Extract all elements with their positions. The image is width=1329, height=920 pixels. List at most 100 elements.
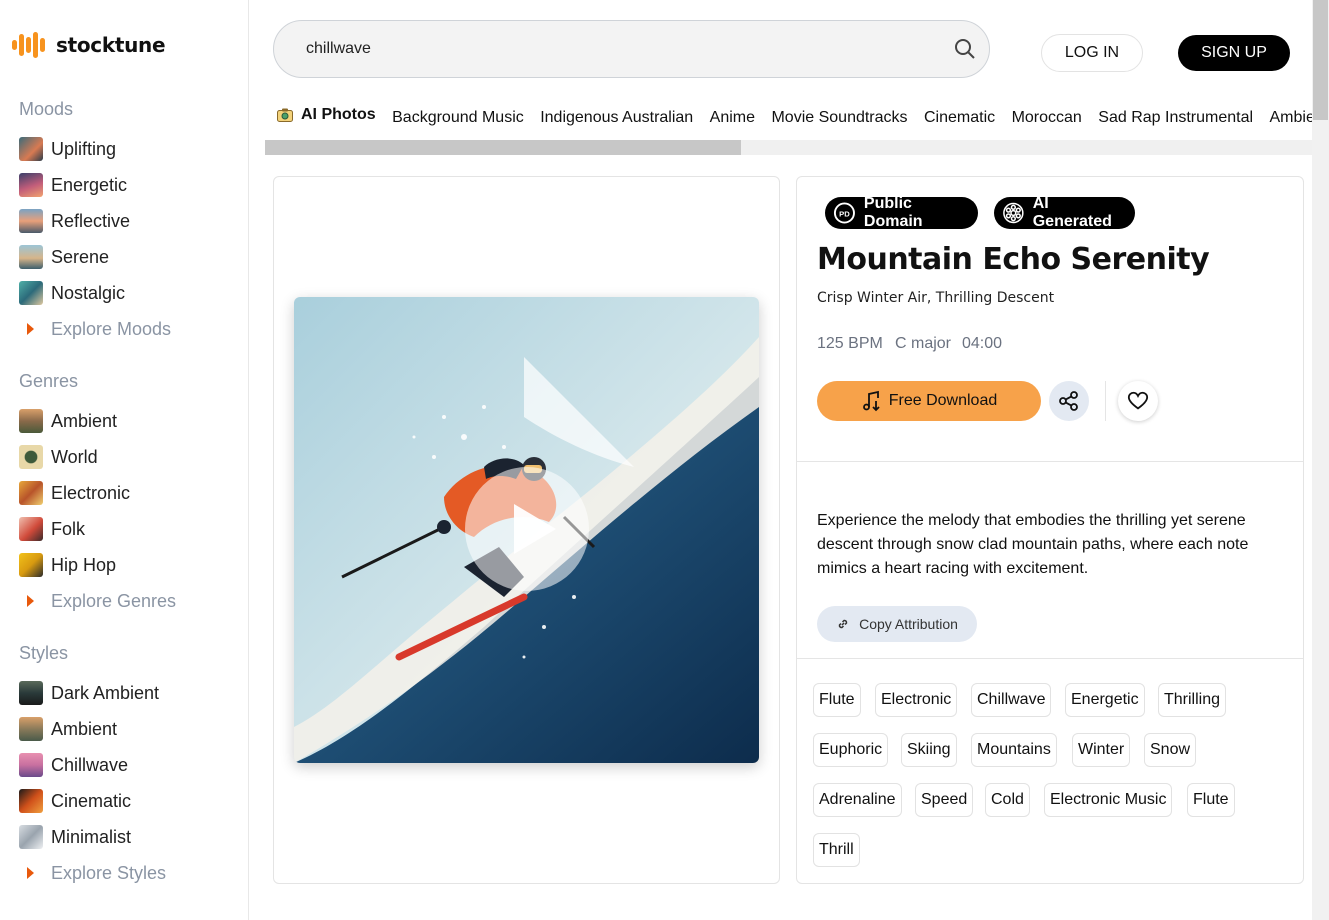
sidebar-item-minimalist[interactable]: Minimalist <box>19 824 131 850</box>
music-download-icon <box>862 390 880 412</box>
genres-heading: Genres <box>19 371 79 391</box>
divider <box>797 658 1303 659</box>
sidebar-item-label: Reflective <box>51 210 131 231</box>
explore-genres-link[interactable]: Explore Genres <box>19 588 176 614</box>
sidebar-item-cinematic[interactable]: Cinematic <box>19 788 131 814</box>
cinematic-thumbnail <box>19 789 43 813</box>
sidebar-item-serene[interactable]: Serene <box>19 244 109 270</box>
tag-euphoric[interactable]: Euphoric <box>813 733 889 767</box>
sidebar-item-label: Minimalist <box>51 826 132 847</box>
tag-mountains[interactable]: Mountains <box>971 733 1057 767</box>
sidebar-item-uplifting[interactable]: Uplifting <box>19 136 116 162</box>
caret-right-icon <box>19 595 43 607</box>
sidebar-item-nostalgic[interactable]: Nostalgic <box>19 280 125 306</box>
tag-flute[interactable]: Flute <box>813 683 861 717</box>
sidebar-item-label: World <box>51 446 98 467</box>
explore-label: Explore Genres <box>51 590 177 611</box>
chip-background-music[interactable]: Background Music <box>392 98 524 135</box>
chip-indigenous-australian[interactable]: Indigenous Australian <box>540 98 693 135</box>
sidebar-item-chillwave[interactable]: Chillwave <box>19 752 128 778</box>
sidebar-item-label: Cinematic <box>51 790 132 811</box>
sidebar-item-folk[interactable]: Folk <box>19 516 85 542</box>
caret-right-icon <box>19 867 43 879</box>
play-icon[interactable] <box>464 466 590 592</box>
ambient-style-thumbnail <box>19 717 43 741</box>
chip-label: AI Photos <box>301 106 376 123</box>
electronic-thumbnail <box>19 481 43 505</box>
public-domain-badge: PD Public Domain <box>825 195 978 230</box>
tag-electronic[interactable]: Electronic <box>875 683 958 717</box>
sidebar-item-dark-ambient[interactable]: Dark Ambient <box>19 680 159 706</box>
ai-generated-icon <box>1003 202 1024 224</box>
download-label: Free Download <box>888 392 998 409</box>
sidebar-item-world[interactable]: World <box>19 444 98 470</box>
chip-ambient[interactable]: Ambient <box>1269 98 1312 135</box>
sidebar-item-label: Dark Ambient <box>51 682 160 703</box>
sidebar-item-label: Electronic <box>51 482 131 503</box>
tag-cold[interactable]: Cold <box>985 783 1030 817</box>
copy-attribution-button[interactable]: Copy Attribution <box>817 606 977 642</box>
chip-ai-photos[interactable]: AI Photos <box>277 95 376 135</box>
styles-heading: Styles <box>19 643 69 663</box>
category-chips: AI Photos Background Music Indigenous Au… <box>265 95 1312 135</box>
tag-thrilling[interactable]: Thrilling <box>1158 683 1227 717</box>
search-icon[interactable] <box>953 37 977 61</box>
ai-generated-badge: AI Generated <box>994 195 1135 230</box>
horizontal-scrollbar-thumb[interactable] <box>265 140 741 155</box>
caret-right-icon <box>19 323 43 335</box>
tag-thrill[interactable]: Thrill <box>813 833 860 867</box>
chip-sad-rap-instrumental[interactable]: Sad Rap Instrumental <box>1098 98 1253 135</box>
tag-speed[interactable]: Speed <box>915 783 974 817</box>
search-bar[interactable] <box>273 20 990 78</box>
search-input[interactable] <box>306 40 926 58</box>
minimalist-thumbnail <box>19 825 43 849</box>
share-button[interactable] <box>1049 381 1089 421</box>
favorite-button[interactable] <box>1118 381 1158 421</box>
divider <box>797 461 1303 462</box>
explore-moods-link[interactable]: Explore Moods <box>19 316 171 342</box>
tag-flute[interactable]: Flute <box>1187 783 1235 817</box>
logo-text: stocktune <box>56 33 166 57</box>
explore-label: Explore Moods <box>51 318 172 339</box>
sidebar-item-hip-hop[interactable]: Hip Hop <box>19 552 116 578</box>
sidebar-item-reflective[interactable]: Reflective <box>19 208 130 234</box>
tag-winter[interactable]: Winter <box>1072 733 1131 767</box>
tag-skiing[interactable]: Skiing <box>901 733 957 767</box>
tag-energetic[interactable]: Energetic <box>1065 683 1145 717</box>
sidebar-item-ambient-style[interactable]: Ambient <box>19 716 117 742</box>
world-thumbnail <box>19 445 43 469</box>
vertical-scrollbar-track[interactable] <box>1312 0 1329 920</box>
explore-styles-link[interactable]: Explore Styles <box>19 860 166 886</box>
badge-label: AI Generated <box>1032 195 1112 230</box>
track-description: Experience the melody that embodies the … <box>817 512 1249 577</box>
action-divider <box>1105 381 1106 421</box>
folk-thumbnail <box>19 517 43 541</box>
heart-icon <box>1127 391 1149 410</box>
sidebar-item-label: Serene <box>51 246 110 267</box>
vertical-scrollbar-thumb[interactable] <box>1313 0 1328 120</box>
free-download-button[interactable]: Free Download <box>817 381 1041 421</box>
sidebar-item-electronic[interactable]: Electronic <box>19 480 130 506</box>
reflective-thumbnail <box>19 209 43 233</box>
chillwave-thumbnail <box>19 753 43 777</box>
sidebar-item-ambient[interactable]: Ambient <box>19 408 117 434</box>
signup-button[interactable]: SIGN UP <box>1178 35 1290 71</box>
logo[interactable]: stocktune <box>10 30 166 60</box>
login-button[interactable]: LOG IN <box>1041 34 1143 72</box>
track-bpm: 125 BPM <box>817 335 883 352</box>
chip-moroccan[interactable]: Moroccan <box>1012 98 1082 135</box>
tag-chillwave[interactable]: Chillwave <box>971 683 1052 717</box>
sidebar-item-label: Energetic <box>51 174 128 195</box>
chip-cinematic[interactable]: Cinematic <box>924 98 995 135</box>
sidebar-item-label: Ambient <box>51 718 118 739</box>
app-root: stocktune Moods Uplifting Energetic Refl… <box>0 0 1329 920</box>
tag-snow[interactable]: Snow <box>1144 733 1197 767</box>
chip-movie-soundtracks[interactable]: Movie Soundtracks <box>771 98 907 135</box>
svg-text:PD: PD <box>839 209 850 218</box>
track-subtitle: Crisp Winter Air, Thrilling Descent <box>817 290 1055 306</box>
badge-label: Public Domain <box>863 195 923 230</box>
tag-adrenaline[interactable]: Adrenaline <box>813 783 902 817</box>
tag-electronic-music[interactable]: Electronic Music <box>1044 783 1173 817</box>
sidebar-item-energetic[interactable]: Energetic <box>19 172 127 198</box>
chip-anime[interactable]: Anime <box>710 98 755 135</box>
